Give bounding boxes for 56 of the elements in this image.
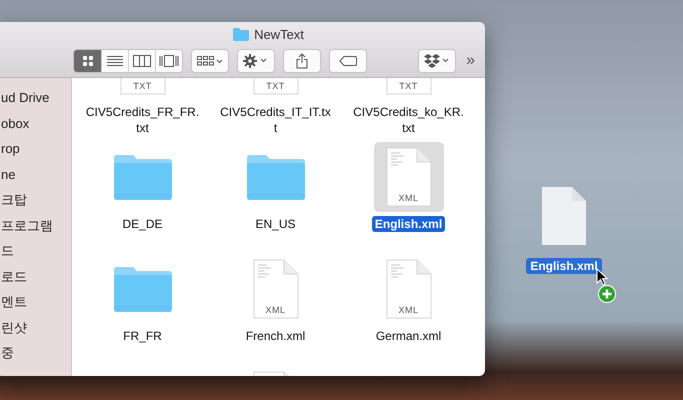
file-type-label: TXT (266, 81, 285, 91)
file-type-label: TXT (133, 81, 152, 91)
file-name[interactable]: CIV5Credits_ko_KR. txt (350, 104, 467, 136)
coverflow-view-button[interactable] (155, 50, 182, 72)
file-type-label: XML (266, 305, 286, 315)
add-copy-icon (598, 285, 616, 303)
window-title: NewText (254, 26, 304, 42)
dropbox-icon (424, 54, 450, 68)
folder-icon (112, 153, 172, 201)
sidebar-item[interactable]: 드 (1, 241, 71, 266)
document-icon (386, 259, 432, 319)
list-icon (107, 55, 123, 67)
file-name[interactable]: CIV5Credits_FR_FR. txt (82, 104, 202, 136)
file-name[interactable]: EN_US (252, 216, 298, 232)
sidebar-item[interactable]: 중 (1, 343, 71, 368)
share-button[interactable] (283, 49, 321, 73)
sidebar-item[interactable]: 멘트 (1, 292, 71, 318)
file-name[interactable]: English.xml (372, 216, 446, 232)
file-name[interactable]: French.xml (242, 328, 308, 344)
file-name[interactable]: FR_FR (120, 328, 165, 344)
mouse-pointer-icon (596, 268, 608, 286)
view-mode-control[interactable] (73, 49, 183, 73)
document-icon (386, 147, 432, 207)
file-type-label: XML (398, 305, 418, 315)
cover-flow-icon (159, 55, 179, 67)
sidebar-item[interactable]: obox (1, 114, 71, 139)
sidebar-item[interactable]: 린샷 (1, 318, 71, 343)
file-name[interactable]: German.xml (372, 328, 444, 344)
sidebar-item[interactable]: 크탑 (1, 190, 71, 216)
document-icon (252, 259, 298, 319)
icons-view-button[interactable] (74, 50, 101, 72)
document-icon (541, 186, 587, 246)
arrange-grid-icon (197, 56, 223, 66)
share-icon (296, 53, 308, 69)
tag-icon (339, 56, 357, 66)
sidebar-item[interactable]: 프로그램 (1, 216, 71, 241)
sidebar-item[interactable]: 로드 (1, 266, 71, 292)
dragged-file-name: English.xml (526, 258, 602, 274)
overflow-button[interactable]: » (464, 53, 477, 69)
grid-icon (82, 55, 94, 67)
arrange-button[interactable] (191, 49, 229, 73)
sidebar-item[interactable]: ne (1, 164, 71, 190)
sidebar-item[interactable]: rop (1, 139, 71, 164)
file-name[interactable]: CIV5Credits_IT_IT.tx t (217, 104, 334, 136)
file-type-label: XML (398, 193, 418, 203)
file-name[interactable]: DE_DE (119, 216, 166, 232)
sidebar-item[interactable]: ud Drive (1, 88, 71, 114)
settings-icon (243, 54, 269, 68)
file-type-label: TXT (399, 81, 418, 91)
tag-button[interactable] (329, 49, 367, 73)
settings-button[interactable] (237, 49, 275, 73)
folder-icon (112, 265, 172, 313)
dropbox-button[interactable] (418, 49, 456, 73)
folder-icon (233, 28, 250, 40)
columns-icon (133, 55, 151, 67)
folder-icon (246, 153, 306, 201)
